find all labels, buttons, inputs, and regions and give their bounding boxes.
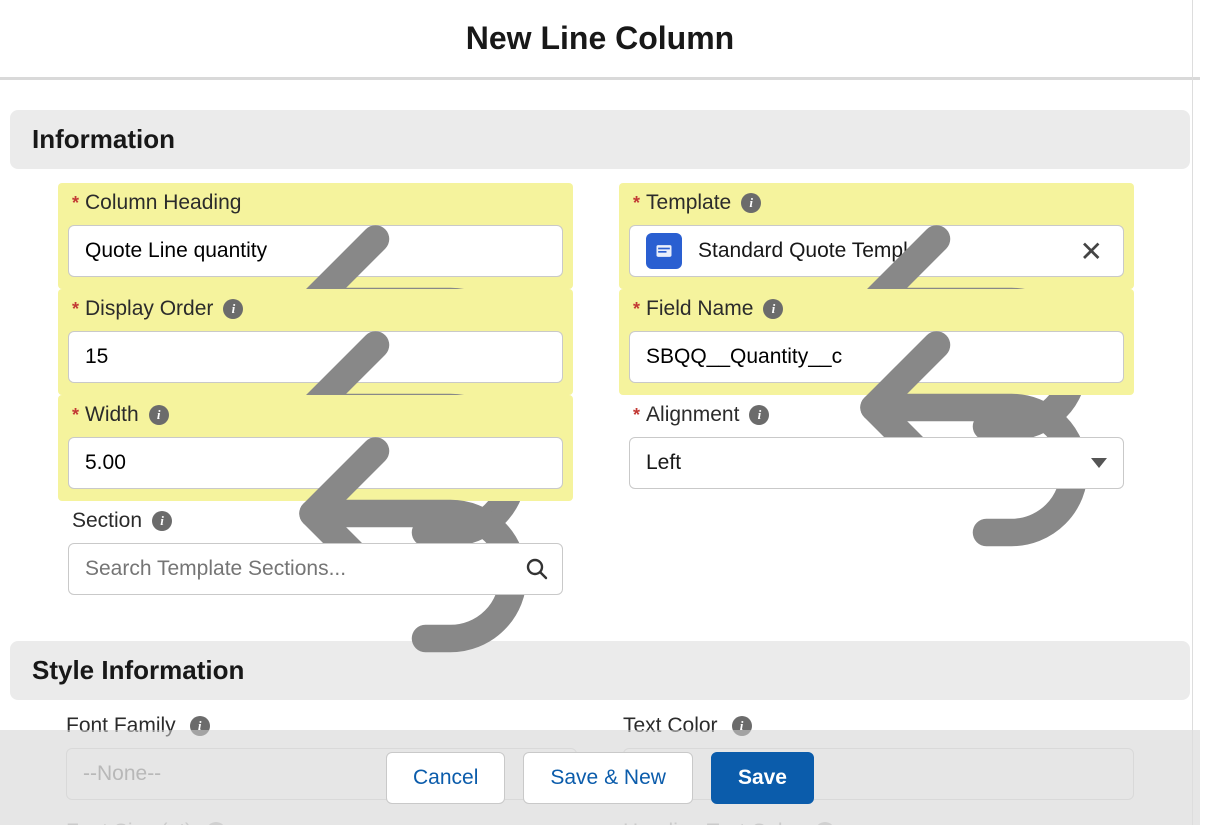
undo-icon xyxy=(824,582,1124,599)
field-display-order: * Display Order i xyxy=(58,289,573,395)
cancel-button[interactable]: Cancel xyxy=(386,752,505,804)
label-template: Template xyxy=(646,191,731,215)
search-section-input[interactable] xyxy=(68,543,563,595)
label-width: Width xyxy=(85,403,139,427)
section-information: Information * Column Heading xyxy=(0,110,1200,607)
information-fields: * Column Heading * Template xyxy=(0,169,1200,607)
label-section: Section xyxy=(72,509,142,533)
info-icon[interactable]: i xyxy=(223,299,243,319)
info-icon[interactable]: i xyxy=(763,299,783,319)
select-alignment-value: Left xyxy=(646,451,681,475)
undo-icon xyxy=(263,688,563,705)
label-column-heading: Column Heading xyxy=(85,191,241,215)
save-and-new-button[interactable]: Save & New xyxy=(523,752,693,804)
info-icon[interactable]: i xyxy=(749,405,769,425)
select-alignment[interactable]: Left xyxy=(629,437,1124,489)
required-marker: * xyxy=(72,300,79,318)
footer-bar: Cancel Save & New Save xyxy=(0,730,1200,825)
modal-header: New Line Column xyxy=(0,0,1200,80)
required-marker: * xyxy=(72,194,79,212)
required-marker: * xyxy=(633,300,640,318)
section-header-style-information: Style Information xyxy=(10,641,1190,700)
field-width: * Width i xyxy=(58,395,573,501)
required-marker: * xyxy=(633,406,640,424)
label-alignment: Alignment xyxy=(646,403,739,427)
required-marker: * xyxy=(633,194,640,212)
info-icon[interactable]: i xyxy=(741,193,761,213)
info-icon[interactable]: i xyxy=(152,511,172,531)
modal-body: Information * Column Heading xyxy=(0,110,1200,825)
label-display-order: Display Order xyxy=(85,297,213,321)
label-row-section: Section i xyxy=(68,509,563,533)
modal-new-line-column: New Line Column Information * Column Hea… xyxy=(0,0,1200,825)
field-template: * Template i Stan xyxy=(619,183,1134,289)
label-row-alignment: * Alignment i xyxy=(629,403,1124,427)
save-button[interactable]: Save xyxy=(711,752,814,804)
label-field-name: Field Name xyxy=(646,297,753,321)
template-record-icon xyxy=(646,233,682,269)
chevron-down-icon xyxy=(1091,458,1107,468)
field-column-heading: * Column Heading xyxy=(58,183,573,289)
section-header-information: Information xyxy=(10,110,1190,169)
field-section: Section i xyxy=(58,501,573,607)
field-alignment: * Alignment i Left xyxy=(619,395,1134,501)
field-field-name: * Field Name i xyxy=(619,289,1134,395)
search-icon xyxy=(525,557,549,581)
scrollbar-track[interactable] xyxy=(1192,0,1200,825)
modal-title: New Line Column xyxy=(466,20,734,57)
info-icon[interactable]: i xyxy=(149,405,169,425)
required-marker: * xyxy=(72,406,79,424)
